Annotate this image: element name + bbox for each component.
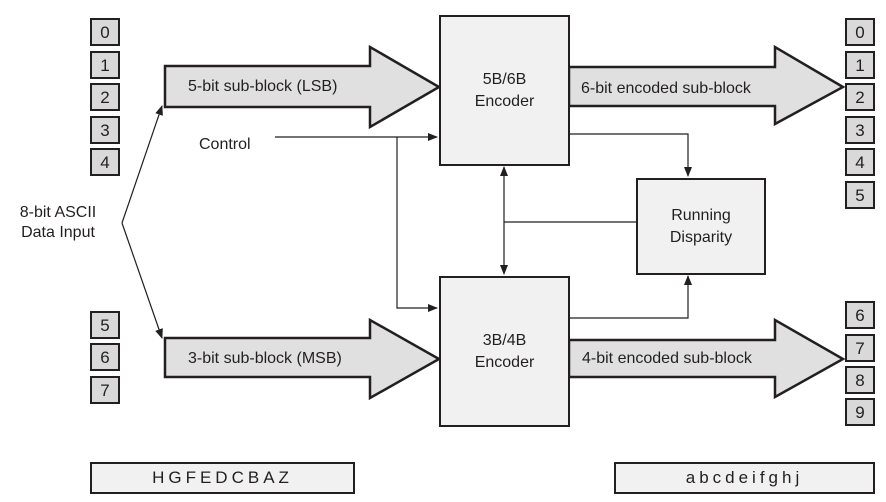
bit-cell: 7 [90,376,120,404]
bit-cell: 3 [845,116,875,144]
bit-cell: 5 [90,311,120,339]
running-disparity: Running Disparity [636,178,766,275]
bit-cell: 1 [845,51,875,79]
bit-cell: 4 [845,148,875,176]
encoder-3b4b-title: 3B/4B [482,331,527,349]
bit-cell: 8 [845,366,875,394]
bit-cell: 0 [90,18,120,46]
input-split-top [121,105,163,224]
encoder-5b6b-title: 5B/6B [482,70,527,88]
input-letters-bar: HGFEDCBAZ [90,462,355,494]
bit-cell: 3 [90,116,120,144]
msb-arrow-label: 3-bit sub-block (MSB) [188,350,342,367]
lsb-arrow-label: 5-bit sub-block (LSB) [188,78,338,95]
input-label-line1: 8-bit ASCII [19,204,97,221]
encoder-5b6b: 5B/6B Encoder [439,15,570,166]
bit-cell: 1 [90,51,120,79]
bit-cell: 2 [845,83,875,111]
input-split-bottom [121,222,163,339]
encoder-5b6b-subtitle: Encoder [474,92,535,110]
encoder-3b4b-subtitle: Encoder [474,353,535,371]
input-label-line2: Data Input [21,224,95,241]
bit-cell: 4 [90,148,120,176]
output-letters-bar: abcdeifghj [614,462,875,494]
out4-arrow-label: 4-bit encoded sub-block [582,350,752,367]
bit-cell: 0 [845,18,875,46]
bit-cell: 6 [90,343,120,371]
encoder-3b4b: 3B/4B Encoder [439,276,570,427]
enc34-to-rd [569,275,692,319]
bit-cell: 9 [845,398,875,426]
bit-cell: 5 [845,181,875,209]
bit-cell: 2 [90,83,120,111]
bit-cell: 6 [845,301,875,329]
running-disparity-line1: Running [671,206,731,224]
bit-cell: 7 [845,334,875,362]
out6-arrow-label: 6-bit encoded sub-block [581,80,751,97]
control-label: Control [199,136,251,153]
control-to-3b4b [396,137,438,312]
enc56-to-rd [569,133,692,177]
input-label: 8-bit ASCII Data Input [10,203,106,243]
running-disparity-line2: Disparity [669,228,733,246]
